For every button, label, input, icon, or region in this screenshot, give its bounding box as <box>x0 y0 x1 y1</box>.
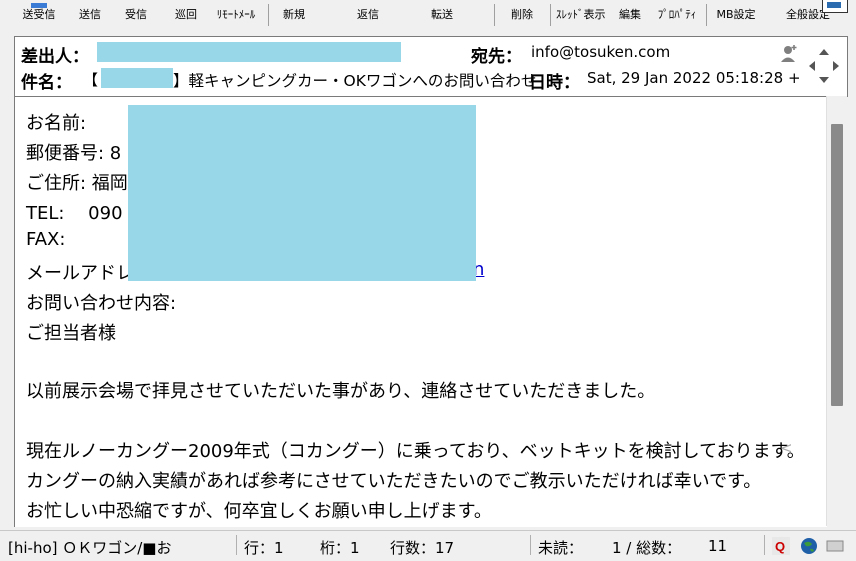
vertical-scrollbar[interactable] <box>826 96 847 526</box>
subject-redaction <box>101 68 173 88</box>
status-unread: 未読： <box>538 539 584 557</box>
reply-label: 返信 <box>357 8 379 21</box>
status-divider <box>530 535 531 555</box>
status-line: 行：1 <box>244 539 284 557</box>
status-divider <box>764 535 765 555</box>
toolbar-divider <box>494 4 495 26</box>
left-arrow-icon <box>809 61 815 71</box>
edit-button[interactable]: 編集 <box>610 0 650 30</box>
subject-open-bracket: 【 <box>83 71 99 89</box>
send-receive-label: 送受信 <box>22 8 56 21</box>
new-mail-label: 新規 <box>283 8 305 21</box>
forward-button[interactable]: 転送 <box>422 0 462 30</box>
up-arrow-icon <box>819 49 829 55</box>
window-icon <box>822 0 848 13</box>
to-value: info@tosuken.com <box>531 43 671 61</box>
from-label: 差出人： <box>21 47 89 67</box>
status-mailbox: [hi-ho] ＯＫワゴン/■お <box>8 539 172 557</box>
delete-label: 削除 <box>511 8 533 21</box>
toolbar: 送受信 送信 受信 巡回 ﾘﾓｰﾄﾒｰﾙ 新規 返信 転送 削除 ｽﾚｯﾄﾞ表示 <box>0 0 856 30</box>
status-bar: [hi-ho] ＯＫワゴン/■お 行：1 桁：1 行数：17 未読： 1 / 総… <box>0 530 856 561</box>
scrollbar-thumb[interactable] <box>831 124 843 406</box>
status-position: 1 / 総数： <box>612 539 682 557</box>
body-line-postal: 郵便番号: 8 <box>26 143 122 164</box>
body-line-paragraph-1: 以前展示会場で拝見させていただいた事があり、連絡させていただきました。 <box>26 381 656 402</box>
new-mail-button[interactable]: 新規 <box>274 0 314 30</box>
receive-button[interactable]: 受信 <box>116 0 156 30</box>
body-line-paragraph-3: カングーの納入実績があれば参考にさせていただきたいのでご教示いただければ幸いです… <box>26 471 762 492</box>
body-line-greeting: ご担当者様 <box>26 323 116 344</box>
personal-info-redaction <box>128 105 476 281</box>
reply-button[interactable]: 返信 <box>348 0 388 30</box>
body-line-paragraph-4: お忙しい中恐縮ですが、何卒宜しくお願い申し上げます。 <box>26 501 492 522</box>
properties-label: ﾌﾟﾛﾊﾟﾃｨ <box>657 8 697 21</box>
remote-mail-label: ﾘﾓｰﾄﾒｰﾙ <box>216 8 256 21</box>
body-line-inquiry: お問い合わせ内容: <box>26 293 177 314</box>
status-total: 11 <box>708 537 728 555</box>
body-line-paragraph-2: 現在ルノーカングー2009年式（コカングー）に乗っており、ベットキットを検討して… <box>26 441 805 462</box>
thread-view-label: ｽﾚｯﾄﾞ表示 <box>556 8 606 21</box>
message-header: 差出人： 宛先： info@tosuken.com 件名： 【 】軽キャンピング… <box>14 36 848 97</box>
globe-icon[interactable] <box>800 537 818 555</box>
properties-button[interactable]: ﾌﾟﾛﾊﾟﾃｨ <box>652 0 702 30</box>
date-label: 日時： <box>529 73 580 93</box>
send-label: 送信 <box>79 8 101 21</box>
body-line-name: お名前: <box>26 113 87 134</box>
subject-value: 】軽キャンピングカー・OKワゴンへのお問い合わせ <box>173 72 537 90</box>
down-arrow-icon <box>819 77 829 83</box>
thread-view-button[interactable]: ｽﾚｯﾄﾞ表示 <box>556 0 606 30</box>
edit-label: 編集 <box>619 8 641 21</box>
mailbox-settings-label: MB設定 <box>716 8 756 21</box>
right-arrow-icon <box>833 61 839 71</box>
toolbar-divider <box>550 4 551 26</box>
patrol-button[interactable]: 巡回 <box>166 0 206 30</box>
q-icon[interactable]: Q <box>772 537 790 555</box>
send-button[interactable]: 送信 <box>70 0 110 30</box>
toolbar-divider <box>706 4 707 26</box>
patrol-label: 巡回 <box>175 8 197 21</box>
date-value: Sat, 29 Jan 2022 05:18:28 +0 <box>587 69 801 87</box>
wrap-marker: < <box>780 439 793 457</box>
status-line-count: 行数：17 <box>390 539 455 557</box>
message-body[interactable]: お名前: 郵便番号: 8 ご住所: 福岡 TEL: 090 FAX: メールアド… <box>14 96 827 527</box>
svg-text:Q: Q <box>775 539 785 554</box>
receive-label: 受信 <box>125 8 147 21</box>
status-column: 桁：1 <box>320 539 360 557</box>
send-receive-button[interactable]: 送受信 <box>14 0 64 30</box>
from-redaction <box>97 42 401 62</box>
toolbar-divider <box>268 4 269 26</box>
body-line-address: ご住所: 福岡 <box>26 173 128 194</box>
mailbox-settings-button[interactable]: MB設定 <box>712 0 760 30</box>
forward-label: 転送 <box>431 8 453 21</box>
to-label: 宛先： <box>471 47 522 67</box>
body-line-fax: FAX: <box>26 229 66 250</box>
subject-label: 件名： <box>21 73 72 93</box>
status-divider <box>236 535 237 555</box>
delete-button[interactable]: 削除 <box>502 0 542 30</box>
status-indicator-icon <box>826 537 844 555</box>
add-contact-icon[interactable] <box>779 43 799 63</box>
body-line-tel: TEL: 090 <box>26 203 123 224</box>
navigation-arrows <box>807 47 841 85</box>
remote-mail-button[interactable]: ﾘﾓｰﾄﾒｰﾙ <box>208 0 264 30</box>
